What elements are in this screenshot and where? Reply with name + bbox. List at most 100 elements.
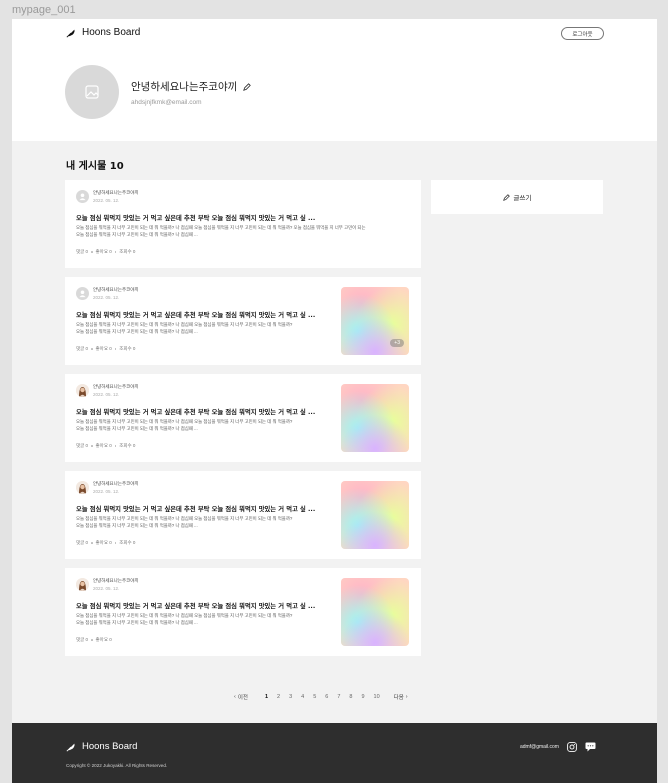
- post-title[interactable]: 오늘 점심 뭐먹지 맛있는 거 먹고 싶은데 추천 부탁 오늘 점심 뭐먹지 맛…: [76, 213, 416, 222]
- post-card[interactable]: 안녕하세요나는주코야끼 2022. 05. 12. 오늘 점심 뭐먹지 맛있는 …: [65, 180, 421, 268]
- post-title[interactable]: 오늘 점심 뭐먹지 맛있는 거 먹고 싶은데 추천 부탁 오늘 점심 뭐먹지 맛…: [76, 504, 334, 513]
- pagination-prev[interactable]: ‹ 이전: [234, 693, 248, 701]
- post-title[interactable]: 오늘 점심 뭐먹지 맛있는 거 먹고 싶은데 추천 부탁 오늘 점심 뭐먹지 맛…: [76, 310, 334, 319]
- profile-username: 안녕하세요나는주코야끼: [131, 79, 252, 94]
- gradient-image: [341, 578, 409, 646]
- separator: [91, 445, 93, 447]
- separator: [91, 348, 93, 350]
- page-number[interactable]: 8: [349, 694, 352, 700]
- post-excerpt: 오늘 점심을 뭐먹을 지 너무 고민이 되는 데 뭐 먹을까? 나 점심때 오늘…: [76, 419, 334, 432]
- post-date: 2022. 05. 12.: [93, 392, 120, 397]
- gradient-image: [341, 481, 409, 549]
- separator: [114, 348, 117, 350]
- page-number[interactable]: 7: [337, 694, 340, 700]
- comment-count: 댓글 0: [76, 540, 89, 545]
- post-author: 안녕하세요나는주코야끼: [93, 190, 139, 195]
- page-number[interactable]: 5: [313, 694, 316, 700]
- image-icon: [85, 85, 99, 99]
- pagination-next[interactable]: 다음 ›: [394, 693, 408, 701]
- user-photo: [76, 578, 89, 591]
- pagination-next-label: 다음: [393, 695, 404, 701]
- post-title[interactable]: 오늘 점심 뭐먹지 맛있는 거 먹고 싶은데 추천 부탁 오늘 점심 뭐먹지 맛…: [76, 407, 334, 416]
- post-thumbnail[interactable]: +3: [341, 287, 409, 355]
- post-excerpt: 오늘 점심을 뭐먹을 지 너무 고민이 되는 데 뭐 먹을까? 나 점심때 오늘…: [76, 225, 416, 238]
- post-date: 2022. 05. 12.: [93, 489, 120, 494]
- post-meta: 안녕하세요나는주코야끼 2022. 05. 12.: [76, 578, 139, 591]
- post-thumbnail[interactable]: [341, 384, 409, 452]
- footer-contact: admf@gmail.com: [520, 742, 596, 752]
- author-avatar: [76, 481, 89, 494]
- separator: [91, 542, 93, 544]
- post-excerpt: 오늘 점심을 뭐먹을 지 너무 고민이 되는 데 뭐 먹을까? 나 점심때 오늘…: [76, 613, 334, 626]
- post-meta: 안녕하세요나는주코야끼 2022. 05. 12.: [76, 384, 139, 397]
- chevron-right-icon: ›: [405, 694, 408, 700]
- like-count: 좋아요 0: [95, 443, 112, 448]
- view-count: 조회수 0: [119, 540, 136, 545]
- view-count: 조회수 0: [119, 249, 136, 254]
- user-photo: [76, 481, 89, 494]
- post-card[interactable]: 안녕하세요나는주코야끼 2022. 05. 12. 오늘 점심 뭐먹지 맛있는 …: [65, 471, 421, 559]
- pagination-prev-label: 이전: [237, 695, 248, 701]
- username-text: 안녕하세요나는주코야끼: [131, 81, 238, 93]
- post-author: 안녕하세요나는주코야끼: [93, 481, 139, 486]
- view-count: 조회수 0: [119, 346, 136, 351]
- post-excerpt-line: 오늘 점심을 뭐먹을 지 너무 고민이 되는 데 뭐 먹을까? 나 점심때 ..…: [76, 231, 198, 237]
- post-stats: 댓글 0 좋아요 0 조회수 0: [76, 443, 135, 449]
- post-title[interactable]: 오늘 점심 뭐먹지 맛있는 거 먹고 싶은데 추천 부탁 오늘 점심 뭐먹지 맛…: [76, 601, 334, 610]
- page-number[interactable]: 3: [289, 694, 292, 700]
- footer-copyright: Copyright © 2022 Jukoyakki. All Rights R…: [66, 763, 168, 768]
- footer-logo[interactable]: Hoons Board: [66, 741, 137, 752]
- instagram-icon[interactable]: [567, 742, 577, 752]
- feather-icon: [66, 743, 75, 751]
- post-excerpt-line: 오늘 점심을 뭐먹을 지 너무 고민이 되는 데 뭐 먹을까? 나 점심때 ..…: [76, 619, 198, 625]
- write-button-label: 글쓰기: [513, 194, 532, 202]
- post-card[interactable]: 안녕하세요나는주코야끼 2022. 05. 12. 오늘 점심 뭐먹지 맛있는 …: [65, 277, 421, 365]
- footer-logo-text: Hoons Board: [82, 741, 138, 752]
- page-number[interactable]: 6: [325, 694, 328, 700]
- post-card[interactable]: 안녕하세요나는주코야끼 2022. 05. 12. 오늘 점심 뭐먹지 맛있는 …: [65, 568, 421, 656]
- chevron-left-icon: ‹: [234, 694, 236, 700]
- post-author: 안녕하세요나는주코야끼: [93, 578, 139, 583]
- post-meta: 안녕하세요나는주코야끼 2022. 05. 12.: [76, 481, 139, 494]
- site-logo[interactable]: Hoons Board: [66, 27, 140, 38]
- pagination: ‹ 이전 1 2 3 4 5 6 7 8 9 10 다음 ›: [234, 693, 408, 701]
- pencil-icon[interactable]: [243, 82, 252, 91]
- separator: [114, 542, 117, 544]
- user-icon: [79, 193, 86, 201]
- comment-count: 댓글 0: [76, 637, 89, 642]
- post-thumbnail[interactable]: [341, 578, 409, 646]
- footer-email[interactable]: admf@gmail.com: [520, 744, 559, 750]
- pencil-icon: [502, 193, 510, 201]
- post-stats: 댓글 0 좋아요 0 조회수 0: [76, 249, 135, 255]
- author-avatar: [76, 384, 89, 397]
- like-count: 좋아요 0: [95, 637, 112, 642]
- write-button[interactable]: 글쓰기: [431, 180, 603, 214]
- logout-button[interactable]: 로그아웃: [561, 27, 604, 40]
- page-number[interactable]: 9: [361, 694, 364, 700]
- post-stats: 댓글 0 좋아요 0 조회수 0: [76, 346, 135, 352]
- post-card[interactable]: 안녕하세요나는주코야끼 2022. 05. 12. 오늘 점심 뭐먹지 맛있는 …: [65, 374, 421, 462]
- post-thumbnail[interactable]: [341, 481, 409, 549]
- post-author: 안녕하세요나는주코야끼: [93, 384, 139, 389]
- post-excerpt-line: 오늘 점심을 뭐먹을 지 너무 고민이 되는 데 뭐 먹을까? 나 점심때 ..…: [76, 522, 198, 528]
- post-meta: 안녕하세요나는주코야끼 2022. 05. 12.: [76, 287, 139, 300]
- author-avatar: [76, 578, 89, 591]
- mypage-frame: Hoons Board 로그아웃 안녕하세요나는주코야끼 ahdsjnjfkmk…: [12, 19, 657, 783]
- page-number[interactable]: 10: [374, 694, 380, 700]
- separator: [114, 445, 117, 447]
- page-number[interactable]: 2: [277, 694, 280, 700]
- separator: [91, 251, 93, 253]
- post-date: 2022. 05. 12.: [93, 586, 120, 591]
- post-date: 2022. 05. 12.: [93, 198, 120, 203]
- profile-avatar[interactable]: [65, 65, 119, 119]
- like-count: 좋아요 0: [95, 249, 112, 254]
- page-number[interactable]: 1: [265, 694, 268, 700]
- author-avatar: [76, 190, 89, 203]
- page-number[interactable]: 4: [301, 694, 304, 700]
- gradient-image: [341, 384, 409, 452]
- user-icon: [79, 290, 86, 298]
- chat-icon[interactable]: [585, 742, 596, 752]
- comment-count: 댓글 0: [76, 249, 89, 254]
- user-photo: [76, 384, 89, 397]
- page-numbers: 1 2 3 4 5 6 7 8 9 10: [265, 694, 380, 700]
